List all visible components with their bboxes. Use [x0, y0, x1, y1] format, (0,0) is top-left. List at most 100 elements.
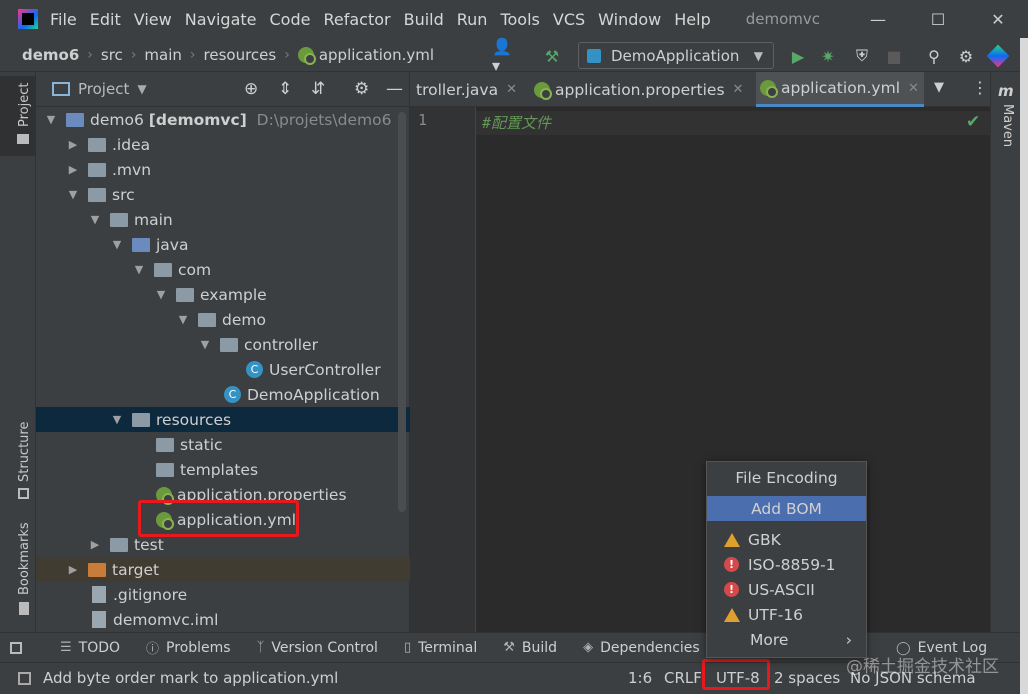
- collapse-all-icon[interactable]: ⇵: [311, 79, 325, 99]
- tree-node-static[interactable]: static: [36, 432, 410, 457]
- build-hammer-icon[interactable]: ⚒: [542, 46, 562, 66]
- run-icon[interactable]: ▶: [788, 46, 808, 66]
- tree-node-resources[interactable]: ▼ resources: [36, 407, 410, 432]
- breadcrumb-resources[interactable]: resources: [204, 46, 277, 64]
- expanded-arrow-icon[interactable]: ▼: [66, 188, 80, 201]
- tree-node-target[interactable]: ▶ target: [36, 557, 410, 582]
- run-config-select[interactable]: DemoApplication ▼: [578, 42, 774, 69]
- maven-stripe-label[interactable]: Maven: [1000, 104, 1015, 147]
- tab-application-yml[interactable]: application.yml ✕: [756, 72, 924, 107]
- tree-node-controller[interactable]: ▼ controller: [36, 332, 410, 357]
- menu-build[interactable]: Build: [404, 10, 444, 29]
- options-gear-icon[interactable]: ⚙: [354, 79, 369, 99]
- tree-node-iml[interactable]: demomvc.iml: [36, 607, 410, 632]
- more-encodings-item[interactable]: More ›: [707, 627, 866, 652]
- breadcrumb-src[interactable]: src: [101, 46, 123, 64]
- tree-node-example[interactable]: ▼ example: [36, 282, 410, 307]
- menu-tools[interactable]: Tools: [500, 10, 539, 29]
- chevron-down-icon[interactable]: ▼: [137, 82, 146, 96]
- project-stripe-label[interactable]: Project: [17, 83, 32, 127]
- tree-node-mvn[interactable]: ▶ .mvn: [36, 157, 410, 182]
- tree-node-main[interactable]: ▼ main: [36, 207, 410, 232]
- menu-code[interactable]: Code: [270, 10, 311, 29]
- hide-panel-icon[interactable]: —: [386, 79, 403, 99]
- collapsed-arrow-icon[interactable]: ▶: [66, 563, 80, 576]
- menu-navigate[interactable]: Navigate: [185, 10, 257, 29]
- menu-edit[interactable]: Edit: [90, 10, 121, 29]
- tree-node-root[interactable]: ▼ demo6 [demomvc] D:\projets\demo6: [36, 107, 410, 132]
- tree-node-demo[interactable]: ▼ demo: [36, 307, 410, 332]
- breadcrumb-project[interactable]: demo6: [22, 46, 79, 64]
- menu-run[interactable]: Run: [457, 10, 488, 29]
- more-vertical-icon[interactable]: ⋮: [972, 78, 988, 97]
- encoding-iso-item[interactable]: ! ISO-8859-1: [707, 552, 866, 577]
- tree-node-java[interactable]: ▼ java: [36, 232, 410, 257]
- minimize-button[interactable]: —: [848, 0, 908, 38]
- expanded-arrow-icon[interactable]: ▼: [176, 313, 190, 326]
- bookmarks-stripe-label[interactable]: Bookmarks: [17, 522, 32, 595]
- stop-icon[interactable]: ■: [884, 46, 904, 66]
- code-comment-line[interactable]: #配置文件: [482, 112, 551, 133]
- add-bom-item[interactable]: Add BOM: [707, 496, 866, 521]
- maximize-button[interactable]: ☐: [908, 0, 968, 38]
- close-tab-icon[interactable]: ✕: [733, 82, 744, 97]
- terminal-tool-button[interactable]: ▯ Terminal: [404, 640, 477, 656]
- breadcrumb-file[interactable]: application.yml: [319, 46, 434, 64]
- expanded-arrow-icon[interactable]: ▼: [110, 413, 124, 426]
- search-icon[interactable]: ⚲: [924, 46, 944, 66]
- tree-node-com[interactable]: ▼ com: [36, 257, 410, 282]
- coverage-shield-icon[interactable]: ⛨: [852, 46, 872, 66]
- expanded-arrow-icon[interactable]: ▼: [198, 338, 212, 351]
- menu-vcs[interactable]: VCS: [553, 10, 585, 29]
- menu-file[interactable]: File: [50, 10, 77, 29]
- version-control-tool-button[interactable]: ᛉ Version Control: [257, 640, 378, 656]
- tab-list-chevron-icon[interactable]: ▼: [934, 80, 944, 95]
- todo-tool-button[interactable]: ☰ TODO: [60, 640, 120, 656]
- breadcrumb-main[interactable]: main: [144, 46, 181, 64]
- inspection-ok-check-icon[interactable]: ✔: [966, 112, 980, 132]
- problems-tool-button[interactable]: ⓘ Problems: [146, 638, 231, 658]
- tree-node-templates[interactable]: templates: [36, 457, 410, 482]
- toolbox-icon[interactable]: [986, 44, 1010, 68]
- close-tab-icon[interactable]: ✕: [506, 82, 517, 97]
- collapsed-arrow-icon[interactable]: ▶: [66, 163, 80, 176]
- dependencies-tool-button[interactable]: ◈ Dependencies: [583, 640, 700, 656]
- settings-gear-icon[interactable]: ⚙: [956, 46, 976, 66]
- menu-help[interactable]: Help: [674, 10, 710, 29]
- toggle-tool-windows-icon[interactable]: [10, 641, 22, 654]
- expanded-arrow-icon[interactable]: ▼: [132, 263, 146, 276]
- project-scrollbar[interactable]: [398, 112, 406, 512]
- tree-node-idea[interactable]: ▶ .idea: [36, 132, 410, 157]
- expanded-arrow-icon[interactable]: ▼: [88, 213, 102, 226]
- encoding-utf16-item[interactable]: UTF-16: [707, 602, 866, 627]
- structure-stripe-label[interactable]: Structure: [17, 422, 32, 482]
- expanded-arrow-icon[interactable]: ▼: [44, 113, 58, 126]
- debug-bug-icon[interactable]: ✷: [818, 46, 838, 66]
- menu-window[interactable]: Window: [598, 10, 661, 29]
- locate-crosshair-icon[interactable]: ⊕: [244, 79, 258, 99]
- user-icon[interactable]: 👤▾: [492, 37, 512, 75]
- tree-node-gitignore[interactable]: .gitignore: [36, 582, 410, 607]
- close-tab-icon[interactable]: ✕: [908, 81, 919, 96]
- build-tool-button[interactable]: ⚒ Build: [503, 640, 557, 656]
- status-panel-icon[interactable]: [18, 672, 31, 685]
- tree-node-demoapplication[interactable]: C DemoApplication: [36, 382, 410, 407]
- project-panel-title[interactable]: Project: [78, 80, 129, 98]
- tree-node-usercontroller[interactable]: C UserController: [36, 357, 410, 382]
- expanded-arrow-icon[interactable]: ▼: [110, 238, 124, 251]
- encoding-usascii-item[interactable]: ! US-ASCII: [707, 577, 866, 602]
- indent-widget[interactable]: 2 spaces: [774, 669, 840, 687]
- caret-position[interactable]: 1:6: [628, 669, 652, 687]
- collapsed-arrow-icon[interactable]: ▶: [88, 538, 102, 551]
- tab-application-properties[interactable]: application.properties ✕: [530, 72, 756, 107]
- expanded-arrow-icon[interactable]: ▼: [154, 288, 168, 301]
- tree-node-src[interactable]: ▼ src: [36, 182, 410, 207]
- menu-view[interactable]: View: [134, 10, 172, 29]
- line-separator[interactable]: CRLF: [664, 669, 702, 687]
- tab-controller-java[interactable]: troller.java ✕: [410, 72, 530, 107]
- collapsed-arrow-icon[interactable]: ▶: [66, 138, 80, 151]
- encoding-gbk-item[interactable]: GBK: [707, 527, 866, 552]
- close-window-button[interactable]: ✕: [968, 0, 1028, 38]
- expand-all-icon[interactable]: ⇕: [278, 79, 292, 99]
- menu-refactor[interactable]: Refactor: [323, 10, 390, 29]
